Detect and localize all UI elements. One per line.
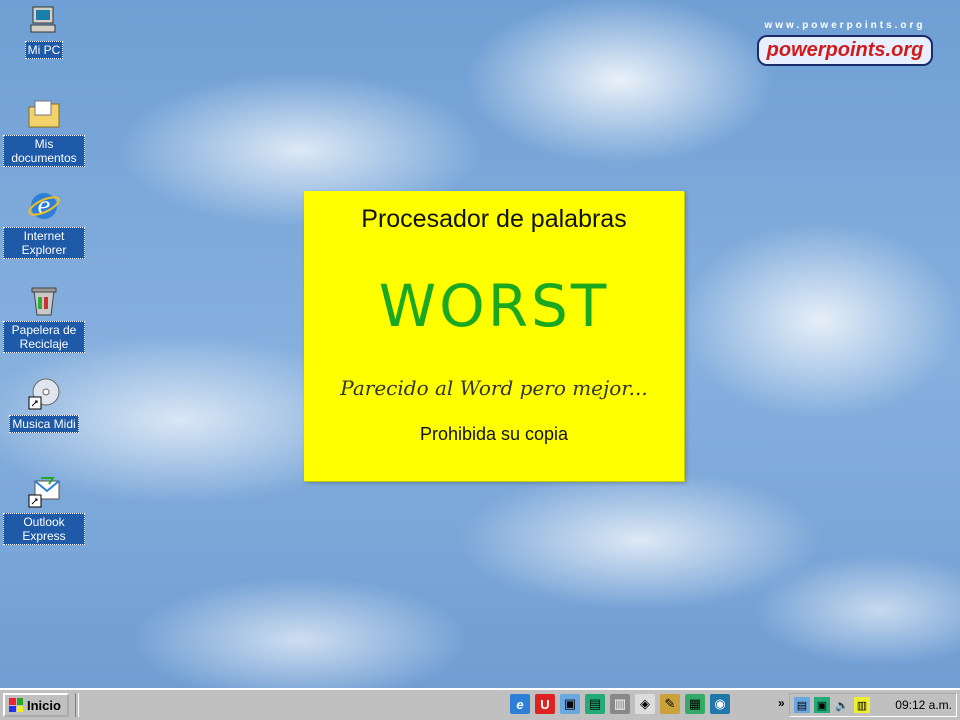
recycle-bin-icon (26, 282, 62, 318)
desktop-icon-mi-pc[interactable]: Mi PC (2, 2, 86, 59)
quick-launch: e U ▣ ▤ ▥ ◈ ✎ ▦ ◉ (510, 694, 730, 714)
ie-icon: e (26, 188, 62, 224)
keyboard-tray-icon[interactable]: ▥ (854, 697, 870, 713)
cd-icon (26, 376, 62, 412)
tools-icon[interactable]: ✎ (660, 694, 680, 714)
network-icon[interactable]: ▣ (560, 694, 580, 714)
network-tray-icon[interactable]: ▤ (794, 697, 810, 713)
display-tray-icon[interactable]: ▣ (814, 697, 830, 713)
desktop-icon-label: Mi PC (24, 41, 64, 59)
card-footer: Prohibida su copia (419, 424, 569, 444)
desktop-icon-mis-documentos[interactable]: Mis documentos (2, 96, 86, 167)
antivirus-icon[interactable]: U (535, 694, 555, 714)
logo-url: www.powerpoints.org (764, 20, 926, 31)
desktop-icon-musica-midi[interactable]: Musica Midi (2, 376, 86, 433)
desktop-icon-label: Outlook Express (3, 513, 85, 545)
taskbar: Inicio e U ▣ ▤ ▥ ◈ ✎ ▦ ◉ » ▤ ▣ 🔈 ▥ 09:12… (0, 688, 960, 720)
card-heading: Procesador de palabras (361, 205, 627, 233)
desktop-icon-outlook-express[interactable]: Outlook Express (2, 474, 86, 545)
ie-quicklaunch-icon[interactable]: e (510, 694, 530, 714)
book-icon[interactable]: ▦ (685, 694, 705, 714)
folder-icon (26, 96, 62, 132)
desktop-icon-label: Mis documentos (3, 135, 85, 167)
printer-icon[interactable]: ▥ (610, 694, 630, 714)
media-icon[interactable]: ▤ (585, 694, 605, 714)
worst-splash-card: Procesador de palabras WORST Parecido al… (304, 191, 684, 481)
desktop-icon-label: Papelera de Reciclaje (3, 321, 85, 353)
system-tray: ▤ ▣ 🔈 ▥ 09:12 a.m. (789, 693, 957, 717)
powerpoints-logo: www.powerpoints.org powerpoints.org (750, 20, 940, 66)
windows-flag-icon (9, 698, 23, 712)
card-title: WORST (378, 272, 610, 340)
desktop-icon-label: Musica Midi (9, 415, 79, 433)
desktop-icon-label: Internet Explorer (3, 227, 85, 259)
card-tagline: Parecido al Word pero mejor... (340, 376, 648, 400)
start-label: Inicio (27, 697, 61, 713)
desktop-icon-internet-explorer[interactable]: e Internet Explorer (2, 188, 86, 259)
clock[interactable]: 09:12 a.m. (895, 698, 952, 712)
volume-icon[interactable]: 🔈 (834, 697, 850, 713)
start-button[interactable]: Inicio (3, 693, 69, 717)
globe-icon[interactable]: ◉ (710, 694, 730, 714)
logo-brand: powerpoints.org (756, 35, 934, 66)
tag-icon[interactable]: ◈ (635, 694, 655, 714)
outlook-icon (26, 474, 62, 510)
desktop-icon-papelera[interactable]: Papelera de Reciclaje (2, 282, 86, 353)
taskbar-separator (75, 693, 79, 717)
computer-icon (26, 2, 62, 38)
quicklaunch-chevron[interactable]: » (778, 696, 785, 710)
